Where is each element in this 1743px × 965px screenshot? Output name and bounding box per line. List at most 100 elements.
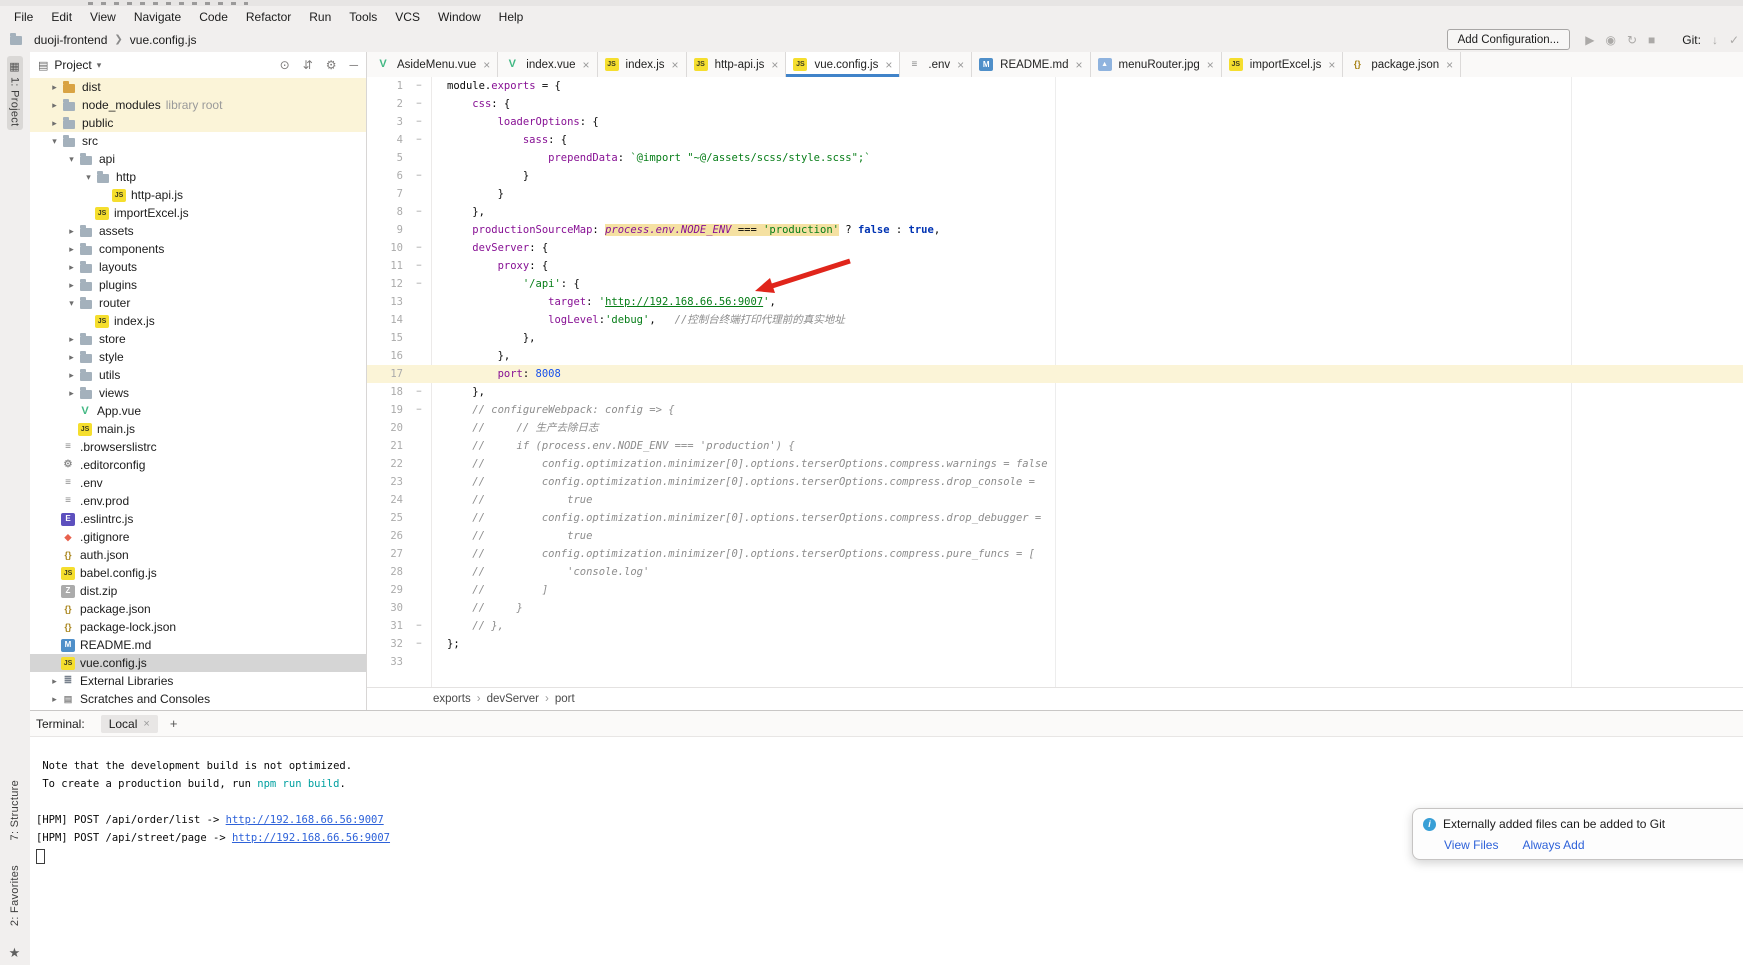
tree-item-main-js[interactable]: JSmain.js [30, 420, 366, 438]
chevron-right-icon[interactable]: ▸ [65, 334, 78, 345]
run-icon[interactable]: ▶ [1585, 34, 1594, 46]
tree-item-gitignore[interactable]: ◆.gitignore [30, 528, 366, 546]
chevron-right-icon[interactable]: ▸ [65, 388, 78, 399]
chevron-right-icon[interactable]: ▸ [65, 370, 78, 381]
menu-item-navigate[interactable]: Navigate [125, 6, 190, 27]
code-line[interactable]: 4− sass: { [367, 131, 1743, 149]
menu-item-view[interactable]: View [81, 6, 125, 27]
code-line[interactable]: 33 [367, 653, 1743, 671]
tree-item-layouts[interactable]: ▸layouts [30, 258, 366, 276]
tree-item-http[interactable]: ▾http [30, 168, 366, 186]
menu-item-file[interactable]: File [5, 6, 42, 27]
close-icon[interactable]: × [1076, 58, 1083, 72]
code-line[interactable]: 32−}; [367, 635, 1743, 653]
chevron-right-icon[interactable]: ▸ [65, 352, 78, 363]
settings-gear-icon[interactable]: ⚙ [326, 59, 337, 71]
editor-tab-readme-md[interactable]: MREADME.md× [972, 52, 1090, 77]
fold-marker[interactable]: − [407, 275, 431, 293]
code-line[interactable]: 10− devServer: { [367, 239, 1743, 257]
tree-item-http-api-js[interactable]: JShttp-api.js [30, 186, 366, 204]
stop-icon[interactable]: ■ [1648, 34, 1655, 46]
code-line[interactable]: 22 // config.optimization.minimizer[0].o… [367, 455, 1743, 473]
chevron-right-icon[interactable]: ▸ [65, 280, 78, 291]
editor-tab-env[interactable]: ≡.env× [900, 52, 972, 77]
menu-item-tools[interactable]: Tools [340, 6, 386, 27]
code-line[interactable]: 30 // } [367, 599, 1743, 617]
code-line[interactable]: 21 // if (process.env.NODE_ENV === 'prod… [367, 437, 1743, 455]
editor-tab-importexcel-js[interactable]: JSimportExcel.js× [1222, 52, 1344, 77]
editor-tab-http-api-js[interactable]: JShttp-api.js× [687, 52, 787, 77]
code-line[interactable]: 6− } [367, 167, 1743, 185]
tree-item-browserslistrc[interactable]: ≡.browserslistrc [30, 438, 366, 456]
tree-item-vue-config-js[interactable]: JSvue.config.js [30, 654, 366, 672]
fold-marker[interactable]: − [407, 635, 431, 653]
fold-marker[interactable]: − [407, 113, 431, 131]
chevron-right-icon[interactable]: ▸ [48, 82, 61, 93]
close-icon[interactable]: × [1207, 58, 1214, 72]
git-update-icon[interactable]: ↓ [1712, 34, 1718, 46]
fold-marker[interactable]: − [407, 95, 431, 113]
code-line[interactable]: 1−module.exports = { [367, 77, 1743, 95]
code-line[interactable]: 24 // true [367, 491, 1743, 509]
tree-item-components[interactable]: ▸components [30, 240, 366, 258]
code-line[interactable]: 16 }, [367, 347, 1743, 365]
breadcrumb-port[interactable]: port [555, 693, 575, 705]
breadcrumb-file[interactable]: vue.config.js [130, 33, 197, 47]
add-configuration-button[interactable]: Add Configuration... [1447, 29, 1571, 50]
menu-item-refactor[interactable]: Refactor [237, 6, 300, 27]
tree-item-index-js[interactable]: JSindex.js [30, 312, 366, 330]
fold-marker[interactable]: − [407, 257, 431, 275]
chevron-right-icon[interactable]: ▸ [48, 694, 61, 705]
fold-marker[interactable]: − [407, 401, 431, 419]
code-line[interactable]: 3− loaderOptions: { [367, 113, 1743, 131]
project-panel-title[interactable]: Project [54, 58, 91, 72]
code-line[interactable]: 15 }, [367, 329, 1743, 347]
tree-item-package-lock-json[interactable]: {}package-lock.json [30, 618, 366, 636]
close-icon[interactable]: × [143, 718, 149, 730]
code-line[interactable]: 27 // config.optimization.minimizer[0].o… [367, 545, 1743, 563]
close-icon[interactable]: × [672, 58, 679, 72]
code-line[interactable]: 2− css: { [367, 95, 1743, 113]
code-line[interactable]: 5 prependData: `@import "~@/assets/scss/… [367, 149, 1743, 167]
menu-item-code[interactable]: Code [190, 6, 237, 27]
tool-button-structure[interactable]: 7: Structure [7, 776, 23, 844]
breadcrumb-project[interactable]: duoji-frontend [34, 33, 107, 47]
collapse-all-icon[interactable]: ⇵ [303, 59, 313, 71]
chevron-right-icon[interactable]: ▸ [48, 118, 61, 129]
chevron-down-icon[interactable]: ▾ [82, 172, 95, 183]
code-line[interactable]: 12− '/api': { [367, 275, 1743, 293]
close-icon[interactable]: × [957, 58, 964, 72]
tree-item-router[interactable]: ▾router [30, 294, 366, 312]
tree-item-importexcel-js[interactable]: JSimportExcel.js [30, 204, 366, 222]
code-line[interactable]: 29 // ] [367, 581, 1743, 599]
terminal-link[interactable]: http://192.168.66.56:9007 [226, 814, 384, 826]
hide-panel-icon[interactable]: ─ [349, 59, 358, 71]
tree-item-assets[interactable]: ▸assets [30, 222, 366, 240]
editor-tab-package-json[interactable]: {}package.json× [1343, 52, 1461, 77]
tree-item-env[interactable]: ≡.env [30, 474, 366, 492]
debug-icon[interactable]: ◉ [1605, 34, 1615, 46]
tree-item-app-vue[interactable]: VApp.vue [30, 402, 366, 420]
editor-tab-index-vue[interactable]: Vindex.vue× [498, 52, 597, 77]
menu-item-edit[interactable]: Edit [42, 6, 81, 27]
terminal-link[interactable]: http://192.168.66.56:9007 [232, 832, 390, 844]
fold-marker[interactable]: − [407, 167, 431, 185]
tree-item-dist-zip[interactable]: Zdist.zip [30, 582, 366, 600]
menu-item-run[interactable]: Run [300, 6, 340, 27]
chevron-right-icon[interactable]: ▸ [48, 676, 61, 687]
menu-item-window[interactable]: Window [429, 6, 490, 27]
view-files-link[interactable]: View Files [1444, 838, 1498, 852]
tree-item-editorconfig[interactable]: ⚙.editorconfig [30, 456, 366, 474]
chevron-right-icon[interactable]: ▸ [65, 262, 78, 273]
tree-item-scratches-and-consoles[interactable]: ▸▤Scratches and Consoles [30, 690, 366, 708]
tool-button-favorites[interactable]: 2: Favorites [7, 861, 23, 930]
tree-item-external-libraries[interactable]: ▸≣External Libraries [30, 672, 366, 690]
close-icon[interactable]: × [1328, 58, 1335, 72]
favorites-star-icon[interactable]: ★ [9, 946, 21, 959]
close-icon[interactable]: × [583, 58, 590, 72]
chevron-right-icon[interactable]: ▸ [65, 226, 78, 237]
tree-item-dist[interactable]: ▸dist [30, 78, 366, 96]
menu-item-vcs[interactable]: VCS [386, 6, 429, 27]
tree-item-eslintrc-js[interactable]: E.eslintrc.js [30, 510, 366, 528]
tree-item-style[interactable]: ▸style [30, 348, 366, 366]
